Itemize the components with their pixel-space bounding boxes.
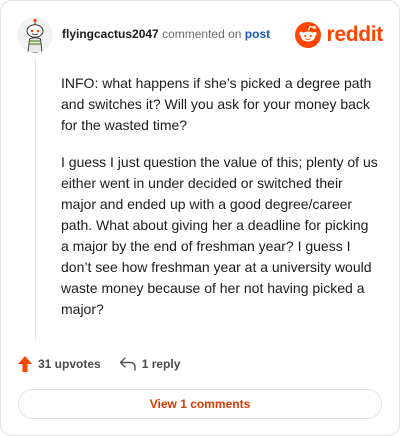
reply-button[interactable]: 1 reply	[119, 356, 181, 372]
reddit-logo-icon	[295, 22, 322, 48]
comment-card: flyingcactus2047 commented on post reddi	[0, 0, 400, 436]
comment-actions: 31 upvotes 1 reply	[17, 353, 180, 375]
comment-meta: flyingcactus2047 commented on post	[62, 27, 270, 41]
view-comments-button[interactable]: View 1 comments	[18, 389, 382, 419]
upvote-arrow-icon	[18, 356, 32, 372]
reply-count: 1 reply	[141, 357, 181, 371]
comment-paragraph: INFO: what happens if she’s picked a deg…	[61, 75, 372, 133]
thread-line	[35, 59, 36, 339]
post-link[interactable]: post	[245, 27, 270, 41]
avatar[interactable]	[17, 17, 53, 53]
comment-header: flyingcactus2047 commented on post reddi	[17, 17, 383, 53]
action-text: commented on	[162, 27, 242, 41]
username[interactable]: flyingcactus2047	[62, 27, 159, 41]
upvote-button[interactable]: 31 upvotes	[17, 355, 101, 373]
comment-paragraph: I guess I just question the value of thi…	[61, 154, 378, 317]
upvote-count: 31 upvotes	[38, 357, 101, 371]
brand-name: reddit	[326, 23, 383, 46]
avatar-icon	[17, 17, 53, 53]
reply-arrow-icon	[119, 357, 136, 371]
comment-body: INFO: what happens if she’s picked a deg…	[61, 73, 379, 336]
reddit-brand[interactable]: reddit	[295, 21, 383, 49]
